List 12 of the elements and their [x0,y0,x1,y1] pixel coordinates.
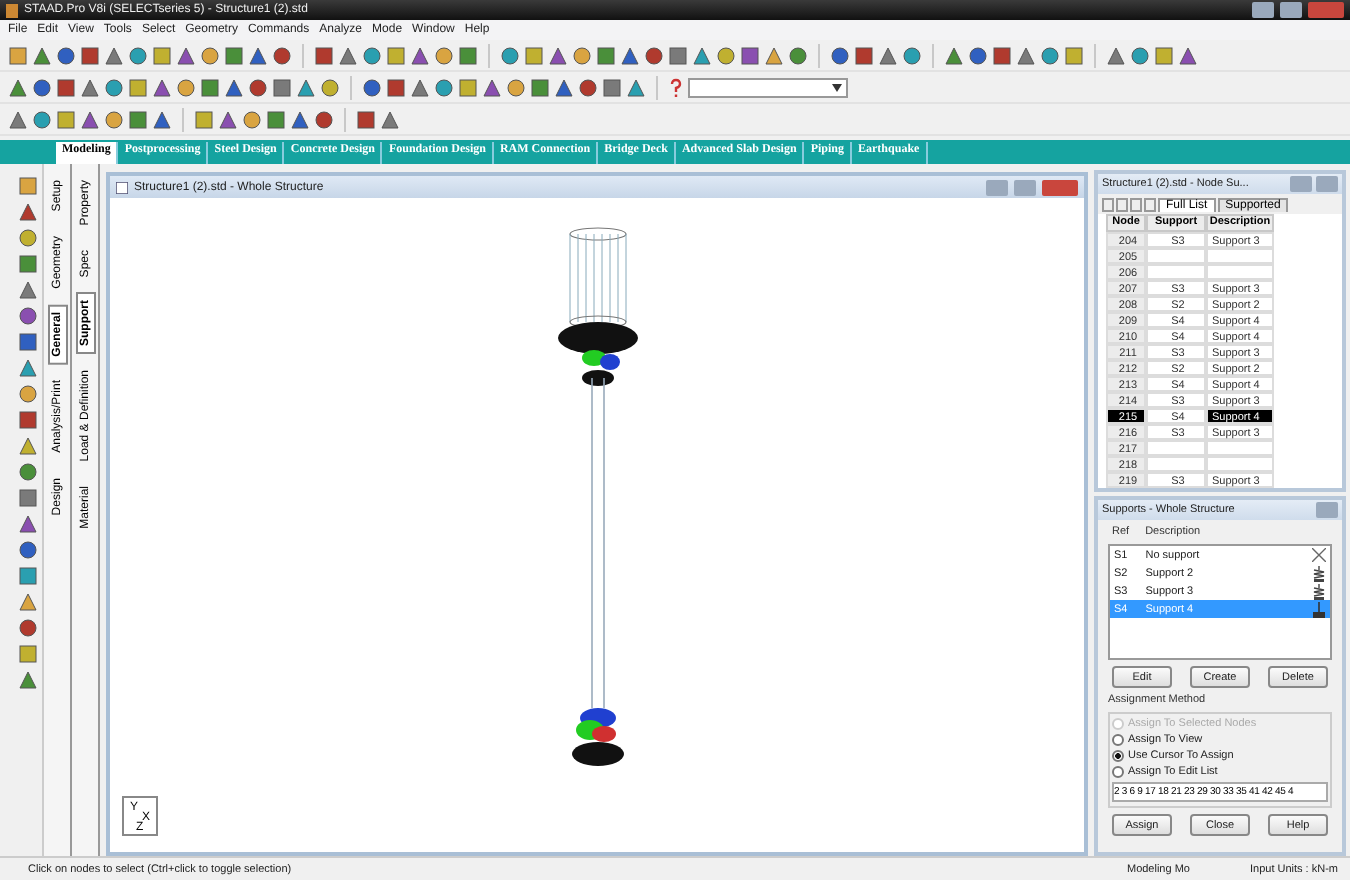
structure-drawing[interactable] [557,227,637,766]
document-icon [116,181,128,193]
radio-dot[interactable] [1112,766,1124,778]
caret-icon [832,83,842,91]
radio-dot[interactable] [1112,734,1124,746]
app-icon [6,3,18,17]
close-button[interactable] [1042,179,1078,195]
fixed-support-icon [1312,601,1326,617]
cross-icon [1312,548,1326,562]
dropdown-field[interactable] [688,77,848,97]
help-icon[interactable] [668,77,684,97]
radio-dot[interactable] [1112,750,1124,762]
